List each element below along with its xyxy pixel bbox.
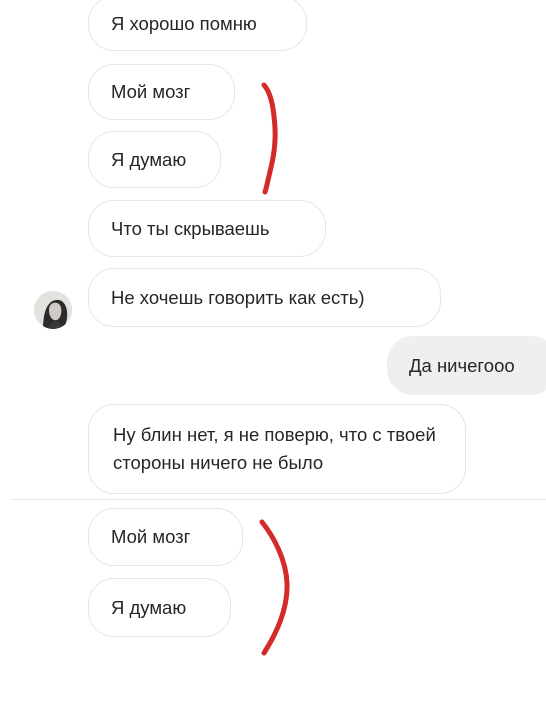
message-bubble-outgoing[interactable]: Да ничегооо	[387, 336, 546, 395]
message-text: Да ничегооо	[409, 354, 515, 376]
contact-avatar[interactable]	[34, 291, 72, 329]
message-text: Ну блин нет, я не поверю, что с твоей ст…	[113, 424, 436, 473]
annotation-bracket-icon	[259, 519, 290, 656]
message-bubble-incoming[interactable]: Я думаю	[88, 131, 221, 188]
message-text: Что ты скрываешь	[111, 217, 270, 239]
message-text: Я хорошо помню	[111, 12, 257, 34]
message-text: Мой мозг	[111, 526, 191, 547]
message-bubble-incoming[interactable]: Мой мозг	[88, 508, 243, 566]
message-bubble-incoming[interactable]: Я хорошо помню	[88, 0, 307, 51]
message-bubble-incoming[interactable]: Я думаю	[88, 578, 231, 637]
message-text: Я думаю	[111, 596, 187, 618]
message-text: Мой мозг	[111, 81, 191, 102]
message-bubble-incoming[interactable]: Ну блин нет, я не поверю, что с твоей ст…	[88, 404, 466, 494]
message-text: Я думаю	[111, 148, 187, 170]
avatar-photo-icon	[34, 291, 72, 329]
message-text: Не хочешь говорить как есть)	[111, 286, 365, 308]
divider	[10, 499, 546, 500]
message-bubble-incoming[interactable]: Не хочешь говорить как есть)	[88, 268, 441, 327]
annotation-bracket-icon	[261, 82, 278, 195]
message-bubble-incoming[interactable]: Мой мозг	[88, 64, 235, 120]
message-bubble-incoming[interactable]: Что ты скрываешь	[88, 200, 326, 257]
